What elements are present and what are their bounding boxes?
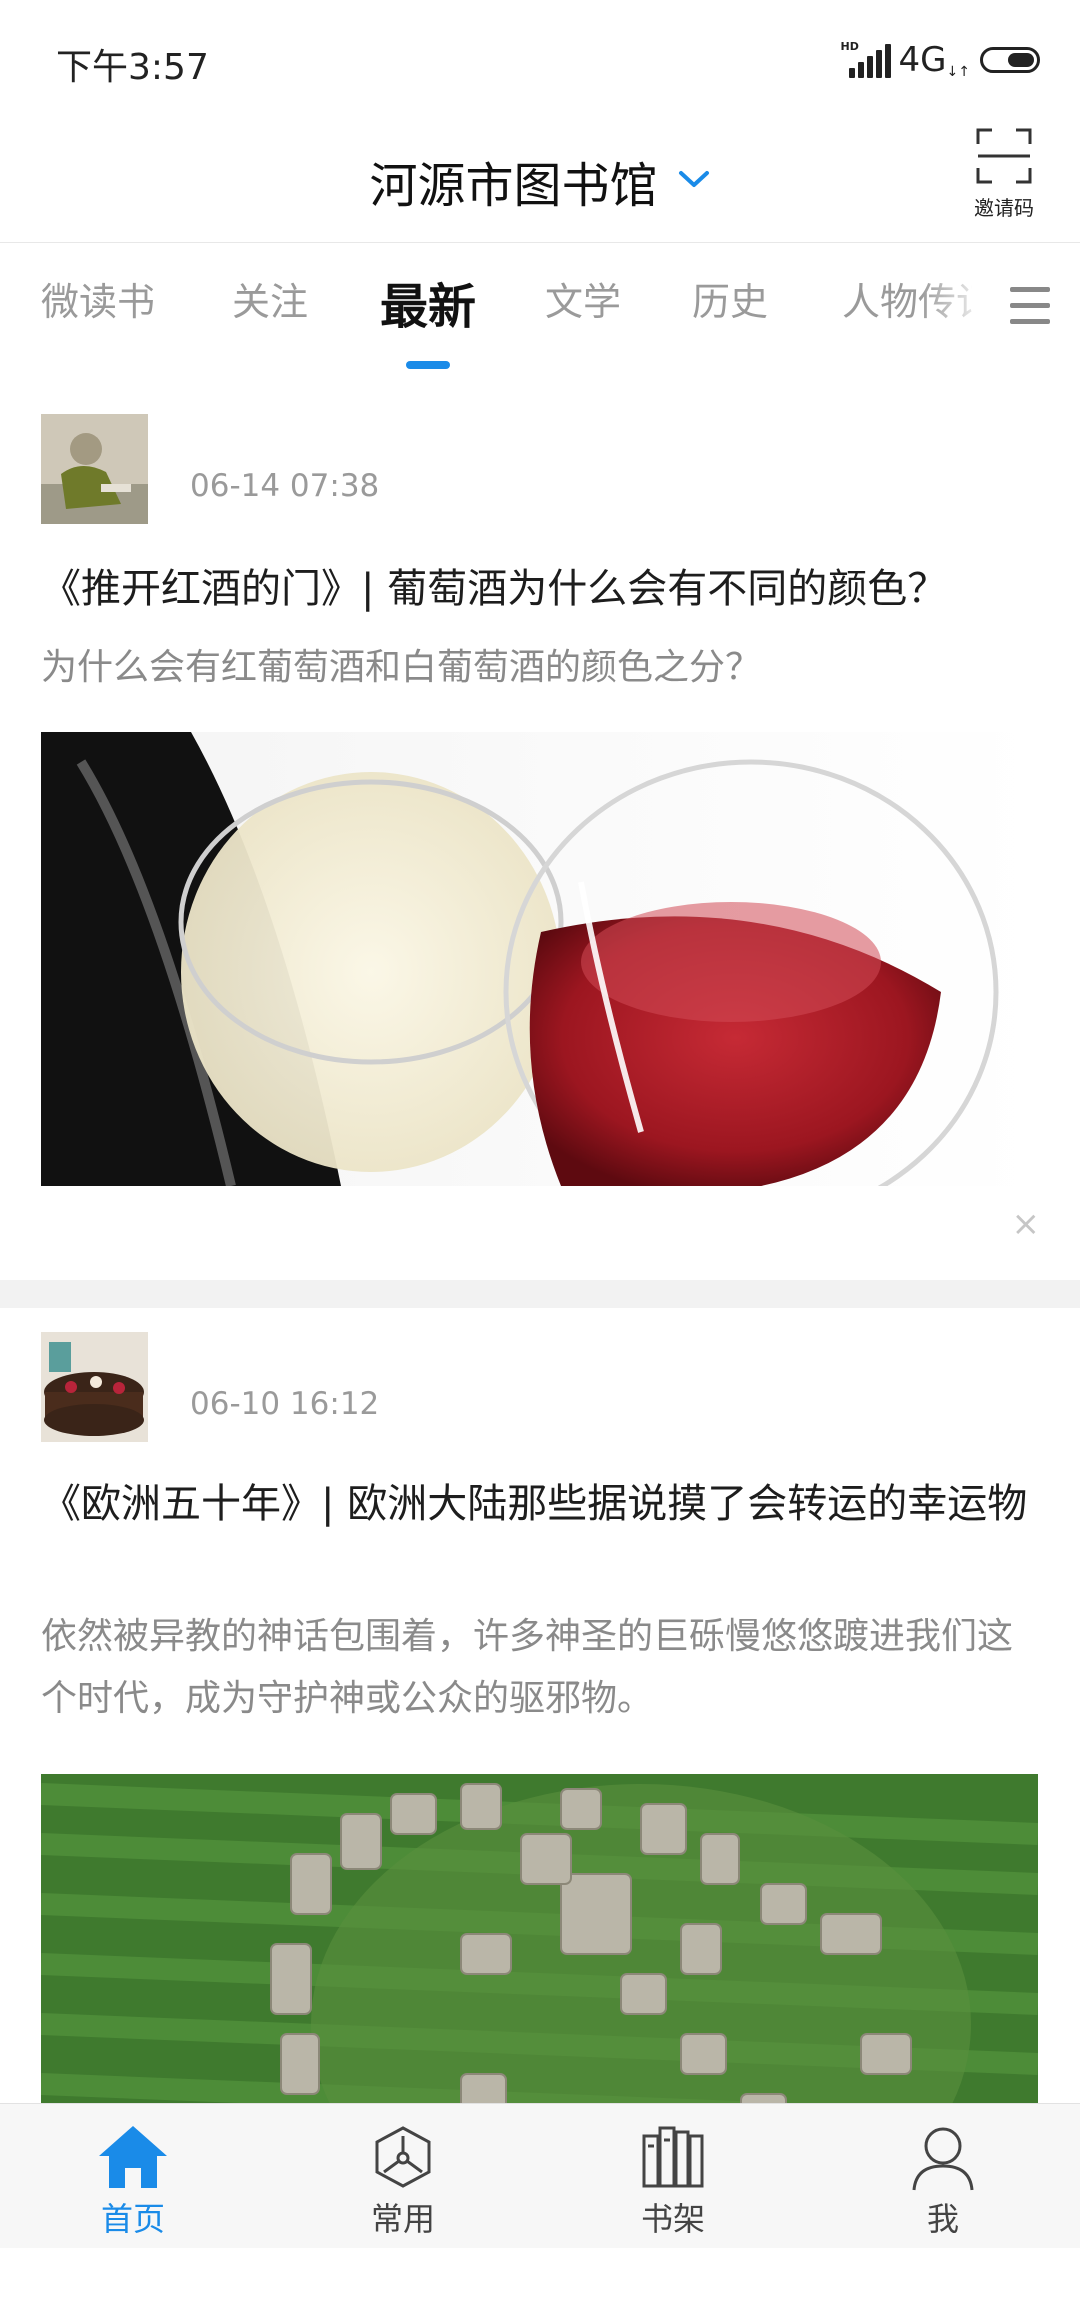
article-cover-image[interactable] bbox=[41, 732, 1038, 1186]
article-summary: 依然被异教的神话包围着，许多神圣的巨砾慢悠悠踱进我们这个时代，成为守护神或公众的… bbox=[41, 1616, 1014, 1719]
nav-me[interactable]: 我 bbox=[863, 2122, 1023, 2240]
user-icon bbox=[912, 2127, 974, 2191]
dismiss-icon[interactable]: × bbox=[1012, 1204, 1041, 1244]
status-bar: 下午3:57 HD 4G↓↑ bbox=[0, 0, 1080, 120]
chevron-down-icon bbox=[677, 169, 711, 193]
article-title[interactable]: 《欧洲五十年》| 欧洲大陆那些据说摸了会转运的幸运物 bbox=[41, 1475, 1041, 1533]
page-title: 河源市图书馆 bbox=[369, 158, 658, 214]
nav-bookshelf[interactable]: 书架 bbox=[593, 2122, 753, 2240]
battery-icon bbox=[980, 47, 1040, 73]
library-selector[interactable]: 河源市图书馆 bbox=[0, 146, 1080, 216]
nav-me-label: 我 bbox=[926, 2200, 959, 2238]
nav-frequent-label: 常用 bbox=[370, 2200, 435, 2238]
compass-icon bbox=[375, 2126, 431, 2188]
bottom-navigation: 首页 常用 书架 我 bbox=[0, 2103, 1080, 2248]
invite-code-button[interactable]: 邀请码 bbox=[964, 128, 1044, 221]
article-feed: 06-14 07:38 《推开红酒的门》| 葡萄酒为什么会有不同的颜色？ 为什么… bbox=[0, 378, 1080, 2308]
app-header: 河源市图书馆 邀请码 bbox=[0, 120, 1080, 243]
status-icons: HD 4G↓↑ bbox=[841, 40, 1040, 80]
nav-home[interactable]: 首页 bbox=[53, 2122, 213, 2240]
tab-follow[interactable]: 关注 bbox=[232, 271, 308, 326]
network-type: 4G↓↑ bbox=[898, 40, 970, 80]
nav-home-label: 首页 bbox=[100, 2200, 165, 2238]
bookshelf-icon bbox=[642, 2126, 704, 2188]
hd-label: HD bbox=[840, 40, 859, 53]
article-summary: 为什么会有红葡萄酒和白葡萄酒的颜色之分？ bbox=[41, 647, 762, 688]
signal-icon: HD bbox=[840, 40, 891, 78]
menu-icon[interactable] bbox=[1010, 287, 1050, 335]
tab-history[interactable]: 历史 bbox=[692, 271, 768, 326]
tab-weidushu[interactable]: 微读书 bbox=[41, 271, 155, 326]
article-title[interactable]: 《推开红酒的门》| 葡萄酒为什么会有不同的颜色？ bbox=[41, 560, 1041, 618]
home-icon bbox=[99, 2126, 167, 2188]
tab-latest[interactable]: 最新 bbox=[380, 267, 476, 337]
nav-bookshelf-label: 书架 bbox=[640, 2200, 705, 2238]
article-card[interactable]: 06-14 07:38 《推开红酒的门》| 葡萄酒为什么会有不同的颜色？ 为什么… bbox=[0, 378, 1080, 1280]
category-tabs: 微读书 关注 最新 文学 历史 人物传记 bbox=[0, 243, 1080, 378]
author-avatar bbox=[41, 414, 148, 524]
author-avatar bbox=[41, 1332, 148, 1442]
article-date: 06-14 07:38 bbox=[190, 468, 380, 504]
tab-literature[interactable]: 文学 bbox=[545, 271, 621, 326]
status-time: 下午3:57 bbox=[56, 47, 209, 88]
active-tab-indicator bbox=[406, 361, 450, 369]
card-separator bbox=[0, 1280, 1080, 1308]
article-date: 06-10 16:12 bbox=[190, 1386, 380, 1422]
nav-frequent[interactable]: 常用 bbox=[323, 2122, 483, 2240]
invite-code-label: 邀请码 bbox=[974, 196, 1034, 220]
scan-icon bbox=[976, 128, 1032, 184]
